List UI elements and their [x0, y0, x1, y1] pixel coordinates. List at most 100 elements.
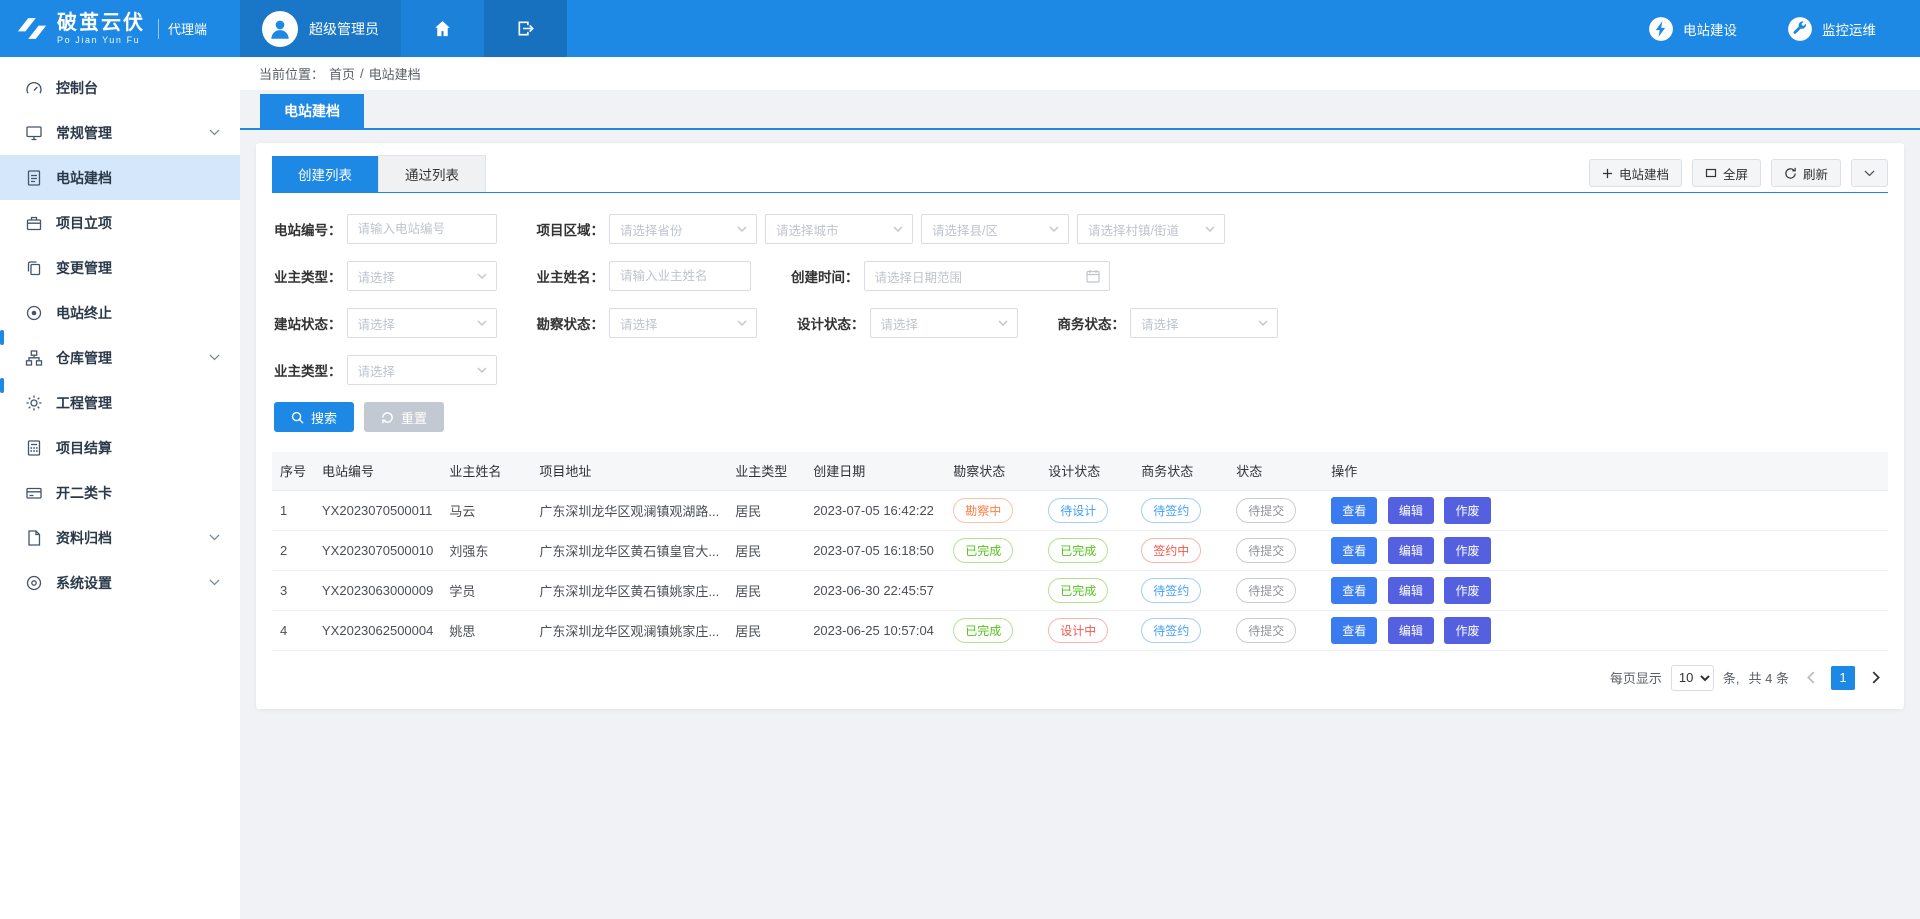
page-number[interactable]: 1: [1831, 666, 1855, 690]
survey-status-select[interactable]: 请选择: [609, 308, 757, 338]
sidebar-item-console[interactable]: 控制台: [0, 65, 240, 110]
cell-code: YX2023070500010: [314, 530, 441, 570]
sidebar-item-general[interactable]: 常规管理: [0, 110, 240, 155]
app-logo: 破茧云伏 Po Jian Yun Fu 代理端: [0, 0, 240, 57]
void-button[interactable]: 作废: [1444, 497, 1490, 524]
card-icon: [25, 484, 43, 502]
town-select[interactable]: 请选择村镇/街道: [1077, 214, 1225, 244]
cell-code: YX2023063000009: [314, 570, 441, 610]
sidebar-item-label: 变更管理: [56, 258, 112, 278]
chevron-down-icon: [209, 579, 220, 585]
collapse-toolbar-button[interactable]: [1851, 159, 1888, 187]
edit-button[interactable]: 编辑: [1388, 617, 1434, 644]
sidebar-item-archive[interactable]: 资料归档: [0, 515, 240, 560]
sidebar-item-class2-card[interactable]: 开二类卡: [0, 470, 240, 515]
sidebar-item-station-filing[interactable]: 电站建档: [0, 155, 240, 200]
main-content: 当前位置： 首页 / 电站建档 电站建档 创建列表 通过列表 电站建档 全屏: [240, 57, 1920, 919]
column-header: 设计状态: [1040, 452, 1133, 490]
city-select[interactable]: 请选择城市: [765, 214, 913, 244]
cell-created: 2023-07-05 16:18:50: [805, 530, 945, 570]
business-status-badge: 待签约: [1141, 618, 1201, 643]
gear-icon: [25, 394, 43, 412]
wrench-icon: [1787, 16, 1813, 42]
design-status-badge: 已完成: [1048, 578, 1108, 603]
table-row: 1 YX2023070500011 马云 广东深圳龙华区观澜镇观湖路... 居民…: [272, 490, 1888, 530]
sidebar-item-station-termination[interactable]: 电站终止: [0, 290, 240, 335]
reset-icon: [381, 411, 394, 424]
owner-type-select[interactable]: 请选择: [347, 261, 497, 291]
tab-passed-list[interactable]: 通过列表: [378, 155, 486, 192]
create-station-button[interactable]: 电站建档: [1589, 159, 1682, 187]
edit-button[interactable]: 编辑: [1388, 497, 1434, 524]
station-code-input[interactable]: [347, 214, 497, 244]
owner-name-input[interactable]: [609, 261, 751, 291]
province-select[interactable]: 请选择省份: [609, 214, 757, 244]
fullscreen-button[interactable]: 全屏: [1692, 159, 1761, 187]
view-button[interactable]: 查看: [1331, 617, 1377, 644]
build-status-select[interactable]: 请选择: [347, 308, 497, 338]
breadcrumb-current: 电站建档: [369, 64, 421, 83]
reset-button[interactable]: 重置: [364, 402, 444, 432]
quick-link-ops[interactable]: 监控运维: [1787, 16, 1876, 42]
quick-link-construction[interactable]: 电站建设: [1648, 16, 1737, 42]
briefcase-icon: [25, 214, 43, 232]
cell-address: 广东深圳龙华区黄石镇姚家庄...: [531, 570, 727, 610]
next-page-button[interactable]: [1864, 666, 1888, 690]
archive-file-icon: [25, 529, 43, 547]
breadcrumb-home[interactable]: 首页: [329, 64, 355, 83]
chevron-down-icon: [477, 320, 487, 326]
cell-created: 2023-07-05 16:42:22: [805, 490, 945, 530]
cell-type: 居民: [727, 570, 805, 610]
stop-circle-icon: [25, 304, 43, 322]
sidebar: 控制台 常规管理 电站建档 项目立项 变更管理 电站终止 仓库管理 工程管理 项…: [0, 57, 240, 919]
void-button[interactable]: 作废: [1444, 577, 1490, 604]
create-station-label: 电站建档: [1619, 164, 1669, 183]
edit-button[interactable]: 编辑: [1388, 537, 1434, 564]
cell-code: YX2023070500011: [314, 490, 441, 530]
tab-create-list[interactable]: 创建列表: [272, 156, 378, 192]
business-status-select[interactable]: 请选择: [1130, 308, 1278, 338]
calendar-icon: [1086, 269, 1100, 283]
logout-button[interactable]: [484, 0, 567, 57]
sidebar-item-project-initiation[interactable]: 项目立项: [0, 200, 240, 245]
view-button[interactable]: 查看: [1331, 497, 1377, 524]
chevron-down-icon: [737, 226, 747, 232]
view-button[interactable]: 查看: [1331, 537, 1377, 564]
cell-code: YX2023062500004: [314, 610, 441, 650]
sidebar-item-change-management[interactable]: 变更管理: [0, 245, 240, 290]
filter-label: 建站状态：: [274, 313, 342, 333]
county-select[interactable]: 请选择县/区: [921, 214, 1069, 244]
per-page-select[interactable]: 10: [1671, 665, 1714, 691]
prev-page-button[interactable]: [1798, 666, 1822, 690]
column-header: 操作: [1323, 452, 1888, 490]
edit-button[interactable]: 编辑: [1388, 577, 1434, 604]
select-placeholder: 请选择: [358, 314, 396, 333]
sidebar-item-warehouse[interactable]: 仓库管理: [0, 335, 240, 380]
design-status-select[interactable]: 请选择: [870, 308, 1018, 338]
chevron-right-icon: [1872, 671, 1881, 684]
sidebar-item-engineering[interactable]: 工程管理: [0, 380, 240, 425]
sidebar-scrollbar-thumb[interactable]: [0, 378, 4, 393]
filter-label: 业主姓名：: [537, 266, 605, 286]
sidebar-scrollbar-thumb[interactable]: [0, 330, 4, 345]
search-button[interactable]: 搜索: [274, 402, 354, 432]
void-button[interactable]: 作废: [1444, 537, 1490, 564]
user-menu[interactable]: 超级管理员: [240, 0, 401, 57]
view-button[interactable]: 查看: [1331, 577, 1377, 604]
sitemap-icon: [25, 349, 43, 367]
business-status-badge: 待签约: [1141, 498, 1201, 523]
sidebar-item-settlement[interactable]: 项目结算: [0, 425, 240, 470]
select-placeholder: 请选择日期范围: [875, 267, 963, 286]
refresh-button[interactable]: 刷新: [1771, 159, 1841, 187]
sidebar-item-label: 开二类卡: [56, 483, 112, 503]
sidebar-item-settings[interactable]: 系统设置: [0, 560, 240, 605]
page-tab-bar: 电站建档: [240, 94, 1920, 130]
date-range-picker[interactable]: 请选择日期范围: [864, 261, 1110, 291]
cell-address: 广东深圳龙华区观澜镇姚家庄...: [531, 610, 727, 650]
page-tab-station-filing[interactable]: 电站建档: [260, 94, 364, 128]
owner-type2-select[interactable]: 请选择: [347, 355, 497, 385]
void-button[interactable]: 作废: [1444, 617, 1490, 644]
survey-status-badge: 已完成: [953, 618, 1013, 643]
filter-region: 项目区域： 请选择省份 请选择城市 请选择县/区: [537, 214, 1226, 244]
home-button[interactable]: [401, 0, 484, 57]
